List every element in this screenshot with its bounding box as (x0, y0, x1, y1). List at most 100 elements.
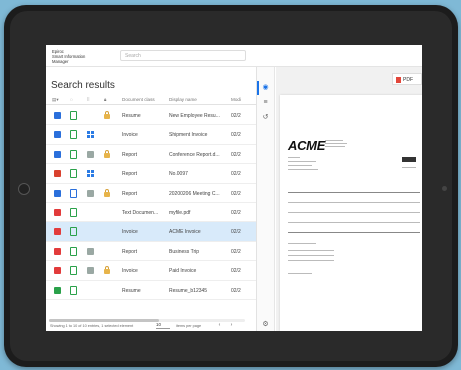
table-row[interactable]: Report Conference Report.d... 02/2 (46, 145, 256, 165)
app-title: Epiroc Smart Information Manager (52, 49, 112, 64)
settings-icon[interactable]: ⚙ (261, 320, 270, 329)
display-name-cell: Paid Invoice (169, 268, 197, 275)
document-class-cell: Report (122, 171, 138, 178)
display-name-cell: Resume_b12345 (169, 287, 208, 294)
next-page-icon[interactable]: › (228, 322, 235, 329)
lock-icon (104, 111, 110, 119)
table-rule (288, 212, 420, 213)
lock-icon (104, 188, 110, 197)
grid-icon (87, 131, 94, 139)
table-row[interactable]: Report No.0097 02/2 (46, 164, 256, 184)
invoice-label (402, 157, 416, 162)
camera (442, 186, 447, 191)
image-icon (87, 150, 94, 158)
app-icon (54, 170, 61, 178)
image-icon (87, 189, 94, 197)
text-line (288, 273, 312, 274)
home-button[interactable] (18, 183, 30, 195)
app-icon (54, 247, 61, 255)
status-column-icon[interactable]: ◌ (70, 97, 73, 102)
column-header-display-name[interactable]: Display name (169, 97, 197, 102)
top-bar: Epiroc Smart Information Manager Search (46, 45, 422, 67)
grid-column-icon[interactable]: ⁞⁞ (87, 97, 90, 102)
company-address (325, 139, 351, 147)
pdf-button[interactable]: PDF (392, 73, 422, 85)
document-icon (70, 169, 77, 179)
eye-icon[interactable]: ◉ (261, 83, 270, 92)
text-line (288, 157, 300, 158)
lock-column-icon[interactable]: 🔒︎ (104, 97, 106, 102)
app-icon (54, 267, 61, 275)
modified-cell: 02/2 (231, 248, 241, 255)
document-icon (70, 207, 77, 217)
text-line (288, 250, 334, 251)
document-icon (70, 149, 77, 159)
document-class-cell: Resume (122, 287, 141, 294)
app-icon (54, 228, 61, 236)
table-rule (288, 232, 420, 233)
table-row[interactable]: Invoice Paid Invoice 02/2 (46, 261, 256, 281)
display-name-cell: Business Trip (169, 248, 200, 255)
modified-cell: 02/2 (231, 171, 241, 178)
results-title: Search results (51, 80, 115, 91)
page-size-select[interactable]: 10 (156, 322, 170, 329)
modified-cell: 02/2 (231, 151, 241, 158)
document-icon (70, 285, 77, 295)
grid-icon (87, 170, 94, 178)
search-results-panel: Search results ▤▾ ◌ ⁞⁞ 🔒︎ Document class… (46, 67, 256, 331)
prev-page-icon[interactable]: ‹ (216, 322, 223, 329)
text-line (288, 260, 334, 261)
table-row[interactable]: Report Business Trip 02/2 (46, 242, 256, 262)
document-class-cell: Invoice (122, 268, 138, 275)
document-class-cell: Report (122, 151, 138, 158)
document-preview: PDF ACME (276, 67, 422, 331)
active-tool-indicator (257, 81, 259, 95)
modified-cell: 02/2 (231, 190, 241, 197)
invoice-page: ACME (280, 95, 422, 331)
table-row[interactable]: Text Documen... myfile.pdf 02/2 (46, 203, 256, 223)
app-icon (54, 208, 61, 216)
modified-cell: 02/2 (231, 268, 241, 275)
table-rule (288, 202, 420, 203)
text-line (402, 167, 416, 168)
lock-icon (104, 266, 110, 275)
modified-cell: 02/2 (231, 209, 241, 216)
results-table-body: Resume New Employee Resu... 02/2 Invoice Shi… (46, 106, 256, 300)
table-row[interactable]: Resume New Employee Resu... 02/2 (46, 106, 256, 126)
text-line (288, 255, 334, 256)
document-icon (70, 188, 77, 198)
display-name-cell: ACME Invoice (169, 229, 201, 236)
app-column-icon[interactable]: ▤▾ (52, 97, 59, 103)
table-row[interactable]: Invoice Shipment Invoice 02/2 (46, 125, 256, 145)
company-logo: ACME (288, 138, 326, 153)
text-line (288, 169, 318, 170)
table-row[interactable]: Resume Resume_b12345 02/2 (46, 281, 256, 300)
document-class-cell: Invoice (122, 229, 138, 236)
display-name-cell: 20200206 Meeting C... (169, 190, 220, 197)
app-icon (54, 131, 61, 139)
column-header-modified[interactable]: Modi (231, 97, 241, 102)
table-rule (288, 192, 420, 193)
search-input[interactable]: Search (120, 50, 246, 61)
image-icon (87, 267, 94, 275)
table-rule (288, 222, 420, 223)
app-icon (54, 150, 61, 158)
document-icon (70, 266, 77, 276)
modified-cell: 02/2 (231, 113, 241, 119)
display-name-cell: Conference Report.d... (169, 151, 220, 158)
entries-status: Showing 1 to 10 of 10 entries, 1 selecte… (50, 324, 134, 328)
table-row[interactable]: Report 20200206 Meeting C... 02/2 (46, 184, 256, 203)
history-icon[interactable]: ↺ (261, 113, 270, 122)
pdf-button-label: PDF (403, 77, 413, 83)
modified-cell: 02/2 (231, 287, 241, 294)
column-header-document-class[interactable]: Document class (122, 97, 155, 102)
document-class-cell: Report (122, 190, 138, 197)
document-icon (70, 130, 77, 140)
lock-icon (104, 149, 110, 158)
display-name-cell: No.0097 (169, 171, 188, 178)
table-row[interactable]: Invoice ACME Invoice 02/2 (46, 222, 256, 242)
app-title-line: Manager (52, 59, 69, 64)
list-icon[interactable]: ≡ (261, 98, 270, 107)
preview-toolbar: ◉ ≡ ↺ ⚙ (257, 67, 275, 331)
document-class-cell: Resume (122, 113, 141, 119)
